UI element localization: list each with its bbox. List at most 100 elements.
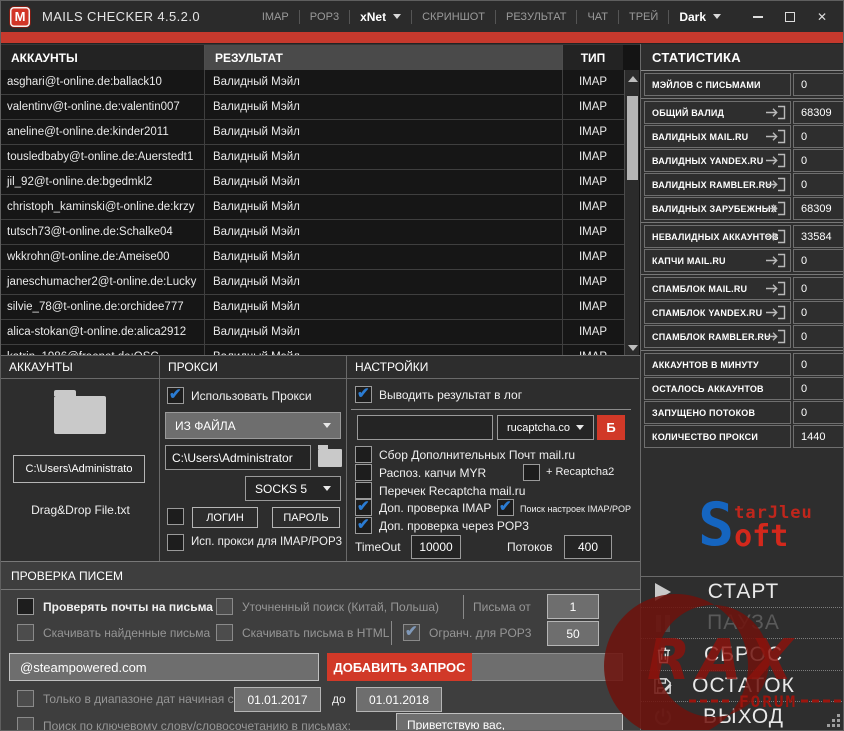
export-icon[interactable] [765,281,786,296]
collect-extra-mail-label: Сбор Дополнительных Почт mail.ru [379,448,575,462]
extra-pop3-check-checkbox[interactable] [355,515,372,534]
result-cell: Валидный Мэйл [205,120,563,144]
chevron-down-icon [393,14,402,19]
captcha-myr-checkbox[interactable] [355,464,372,481]
date-from-value[interactable]: 01.01.2017 [234,687,321,712]
check-mail-checkbox[interactable] [17,598,34,615]
password-button[interactable]: ПАРОЛЬ [272,507,340,528]
table-row[interactable]: tutsch73@t-online.de:Schalke04 Валидный М… [1,220,624,245]
minimize-button[interactable] [745,6,771,28]
play-action-button[interactable]: СТАРТ [641,577,843,609]
action-label: СБРОС [704,642,783,666]
result-cell: Валидный Мэйл [205,195,563,219]
stat-row: ВАЛИДНЫХ ЗАРУБЕЖНЫХ 68309 [644,197,843,220]
table-row[interactable]: aneline@t-online.de:kinder2011 Валидный М… [1,120,624,145]
export-icon[interactable] [765,105,786,120]
trash-action-button[interactable]: СБРОС [641,639,843,671]
export-icon[interactable] [765,253,786,268]
accounts-file-path[interactable]: C:\Users\Administrato [13,455,145,483]
threads-input[interactable] [564,535,612,559]
export-icon[interactable] [765,305,786,320]
letters-from-value[interactable]: 1 [547,594,599,619]
table-row[interactable]: jil_92@t-online.de:bgedmkl2 Валидный Мэйл… [1,170,624,195]
proxy-path-input[interactable] [165,445,311,470]
table-row[interactable]: valentinv@t-online.de:valentin007 Валидны… [1,95,624,120]
scroll-down-icon[interactable] [625,340,640,355]
table-scrollbar[interactable] [624,70,640,355]
menu-item-трей[interactable]: ТРЕЙ [619,11,668,23]
export-icon[interactable] [765,153,786,168]
stat-label: СПАМБЛОК MAIL.RU [644,277,791,300]
log-output-checkbox[interactable] [355,384,372,403]
table-row[interactable]: janeschumacher2@t-online.de:Lucky Валидны… [1,270,624,295]
table-row[interactable]: asghari@t-online.de:ballack10 Валидный Мэ… [1,70,624,95]
stat-value: 1440 [793,425,843,448]
proxy-type-select[interactable]: SOCKS 5 [245,476,341,501]
stats-group-separator [641,350,843,351]
use-proxy-checkbox[interactable] [167,385,184,404]
account-cell: janeschumacher2@t-online.de:Lucky [1,270,205,294]
menu-item-label: xNet [360,9,387,24]
menu-item-xnet[interactable]: xNet [350,10,411,24]
scrollbar-thumb[interactable] [627,96,638,180]
type-cell: IMAP [578,176,608,188]
table-row[interactable]: wkkrohn@t-online.de:Ameise00 Валидный Мэй… [1,245,624,270]
folder-icon[interactable] [54,390,106,434]
stat-value: 0 [793,249,843,272]
column-header-result[interactable]: РЕЗУЛЬТАТ [205,45,563,70]
recaptcha2-checkbox[interactable] [523,464,540,481]
proxy-auth-checkbox[interactable] [167,508,184,525]
save-action-button[interactable]: ОСТАТОК [641,671,843,702]
maximize-button[interactable] [777,6,803,28]
proxy-imap-pop3-checkbox[interactable] [167,534,184,551]
menu-item-imap[interactable]: IMAP [252,11,299,23]
keyword-input[interactable] [396,713,623,730]
table-row[interactable]: alica-stokan@t-online.de:alica2912 Валидн… [1,320,624,345]
timeout-input[interactable] [411,535,461,559]
refined-search-checkbox[interactable] [216,598,233,615]
proxy-panel: ПРОКСИ Использовать Прокси ИЗ ФАЙЛА SOCK… [160,356,347,561]
menu-item-чат[interactable]: ЧАТ [577,11,618,23]
table-row[interactable]: christoph_kaminski@t-online.de:krzy Валид… [1,195,624,220]
column-header-type[interactable]: ТИП [563,45,623,70]
export-icon[interactable] [765,329,786,344]
menu-item-pop3[interactable]: POP3 [300,11,349,23]
balance-button[interactable]: Б [597,415,625,440]
proxy-source-select[interactable]: ИЗ ФАЙЛА [165,412,341,439]
menu-item-скриншот[interactable]: СКРИНШОТ [412,11,495,23]
captcha-service-select[interactable]: rucaptcha.co [497,415,594,440]
close-button[interactable]: ✕ [809,6,835,28]
query-input[interactable] [9,653,319,681]
login-button[interactable]: ЛОГИН [192,507,258,528]
export-icon[interactable] [765,177,786,192]
export-icon[interactable] [765,201,786,216]
result-cell: Валидный Мэйл [205,95,563,119]
table-row[interactable]: tousledbaby@t-online.de:Auerstedt1 Валидн… [1,145,624,170]
pop3-limit-checkbox[interactable] [403,622,420,641]
date-range-checkbox[interactable] [17,690,34,707]
imap-pop-settings-search-checkbox[interactable] [497,497,514,516]
pause-action-button[interactable]: ПАУЗА [641,608,843,640]
table-row[interactable]: katrin_1986@freenet.de:OSCВалидный МэйлI… [1,345,624,355]
collect-extra-mail-checkbox[interactable] [355,446,372,463]
menu-item-результат[interactable]: РЕЗУЛЬТАТ [496,11,576,23]
captcha-key-input[interactable] [357,415,493,440]
export-icon[interactable] [765,229,786,244]
power-action-button[interactable]: ВЫХОД [641,702,843,730]
date-to-value[interactable]: 01.01.2018 [356,687,442,712]
download-mail-checkbox[interactable] [17,624,34,641]
table-row[interactable]: silvie_78@t-online.de:orchidee777 Валидны… [1,295,624,320]
scroll-up-icon[interactable] [625,71,640,86]
menu-item-dark[interactable]: Dark [669,10,731,24]
resize-grip[interactable] [825,712,840,727]
browse-folder-icon[interactable] [318,445,342,467]
type-cell: IMAP [578,226,608,238]
export-icon[interactable] [765,129,786,144]
column-header-accounts[interactable]: АККАУНТЫ [1,45,205,70]
pop3-limit-value[interactable]: 50 [547,621,599,646]
download-html-checkbox[interactable] [216,624,233,641]
extra-imap-check-checkbox[interactable] [355,497,372,516]
add-query-button[interactable]: ДОБАВИТЬ ЗАПРОС [327,653,472,681]
keyword-checkbox[interactable] [17,717,34,730]
app-window: M MAILS CHECKER 4.5.2.0 IMAP POP3 xNet СКРИ… [0,0,844,731]
